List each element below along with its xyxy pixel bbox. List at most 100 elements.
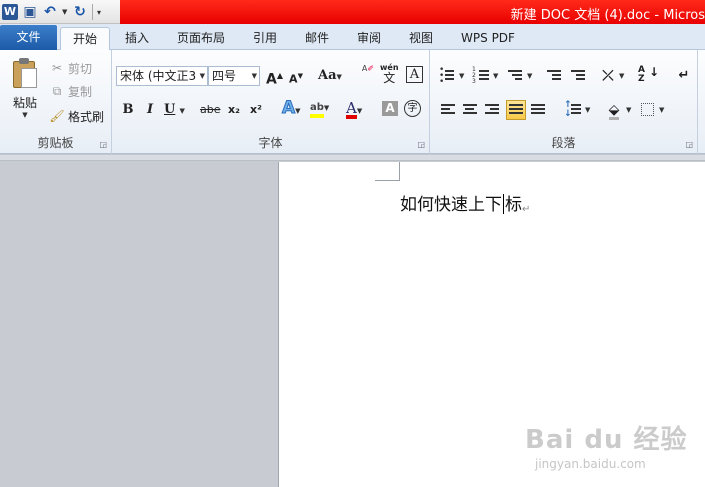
align-center-button[interactable]: [460, 100, 480, 120]
tab-home[interactable]: 开始: [60, 27, 110, 51]
tab-mailings[interactable]: 邮件: [293, 27, 341, 50]
copy-button[interactable]: ⧉ 复制: [50, 81, 92, 101]
change-case-button[interactable]: Aa▼: [318, 66, 342, 86]
document-page[interactable]: 如何快速上下 标↵ Bai du 经验 jingyan.baidu.com: [278, 162, 705, 487]
document-body-text[interactable]: 如何快速上下 标↵: [400, 190, 530, 215]
ruler-strip: [0, 155, 705, 161]
title-bar: W ▣ ↶ ▼ ↻ ▾ 新建 DOC 文档 (4).doc - Micros: [0, 0, 705, 24]
numbering-button[interactable]: 123: [472, 66, 492, 86]
copy-icon: ⧉: [52, 83, 62, 98]
text-caret: [503, 194, 504, 214]
font-color-button[interactable]: A▼: [346, 98, 362, 119]
bullets-button[interactable]: • • •: [438, 66, 458, 87]
borders-button[interactable]: [638, 100, 658, 120]
line-spacing-dropdown-icon[interactable]: ▼: [585, 106, 590, 114]
show-marks-button[interactable]: ↵: [674, 66, 694, 86]
multilevel-dropdown-icon[interactable]: ▼: [527, 72, 532, 80]
paintbrush-icon: 🖌: [49, 109, 65, 123]
paste-icon: [13, 58, 37, 88]
borders-dropdown-icon[interactable]: ▼: [659, 106, 664, 114]
font-group-label: 字体: [258, 136, 283, 150]
line-spacing-button[interactable]: ↑ ↓: [564, 100, 584, 120]
window-title: 新建 DOC 文档 (4).doc - Micros: [510, 8, 705, 23]
baidu-watermark: Bai du 经验 jingyan.baidu.com: [525, 419, 695, 479]
paste-button[interactable]: 粘贴 ▼: [6, 56, 44, 126]
font-size-combo[interactable]: 四号 ▼: [208, 66, 260, 86]
tab-insert[interactable]: 插入: [112, 27, 162, 50]
shading-button[interactable]: ⬙: [604, 100, 624, 120]
align-right-button[interactable]: [482, 100, 502, 120]
highlight-button[interactable]: ab▼: [310, 98, 329, 118]
font-name-combo[interactable]: 宋体 (中文正3 ▼: [116, 66, 208, 86]
enclose-characters-button[interactable]: 字: [404, 100, 421, 117]
shading-dropdown-icon[interactable]: ▼: [626, 106, 631, 114]
tab-page-layout[interactable]: 页面布局: [166, 27, 236, 50]
underline-button[interactable]: U ▼: [164, 100, 185, 120]
superscript-button[interactable]: x²: [248, 100, 264, 120]
chevron-down-icon: ▼: [199, 72, 205, 80]
shrink-font-button[interactable]: A▼: [288, 66, 304, 86]
format-painter-button[interactable]: 🖌 格式刷: [49, 106, 105, 126]
customize-qat-icon[interactable]: ▾: [97, 8, 101, 17]
tab-file[interactable]: 文件: [0, 25, 57, 50]
cut-button[interactable]: ✂ 剪切: [50, 58, 92, 78]
undo-dropdown-icon[interactable]: ▼: [62, 8, 68, 16]
title-banner: 新建 DOC 文档 (4).doc - Micros: [120, 0, 705, 24]
align-left-button[interactable]: [438, 100, 458, 120]
justify-button[interactable]: [506, 100, 526, 120]
numbering-dropdown-icon[interactable]: ▼: [493, 72, 498, 80]
paragraph-group: • • • ▼ 123 ▼ ▼ ⤫ ▼ A Z ↓ ↵ ↑ ↓ ▼ ⬙ ▼ ▼ …: [430, 50, 698, 154]
sort-button[interactable]: A Z ↓: [638, 66, 659, 86]
clipboard-group-label: 剪贴板: [37, 136, 74, 150]
copy-label: 复制: [68, 84, 93, 99]
subscript-button[interactable]: x₂: [226, 100, 242, 120]
text-effects-button[interactable]: A▼: [281, 98, 300, 119]
format-painter-label: 格式刷: [68, 109, 105, 124]
undo-icon[interactable]: ↶: [42, 4, 58, 20]
character-border-button[interactable]: A: [406, 66, 423, 83]
chevron-down-icon: ▼: [251, 72, 257, 80]
decrease-indent-button[interactable]: [544, 66, 564, 86]
paragraph-group-label: 段落: [551, 136, 576, 150]
increase-indent-button[interactable]: [568, 66, 588, 86]
grow-font-button[interactable]: A▲: [266, 66, 283, 88]
word-app-icon[interactable]: W: [2, 4, 18, 20]
tab-review[interactable]: 审阅: [345, 27, 393, 50]
bold-button[interactable]: B: [120, 100, 136, 120]
ribbon: 粘贴 ▼ ✂ 剪切 ⧉ 复制 🖌 格式刷 剪贴板 ◲ 宋体 (中文正3 ▼ 四号…: [0, 50, 705, 154]
bullets-dropdown-icon[interactable]: ▼: [459, 72, 464, 80]
distributed-button[interactable]: [528, 100, 548, 120]
font-group: 宋体 (中文正3 ▼ 四号 ▼ A▲ A▼ Aa▼ A✐ wén 文 A B I…: [112, 50, 430, 154]
redo-icon[interactable]: ↻: [72, 4, 88, 20]
tab-references[interactable]: 引用: [240, 27, 290, 50]
clipboard-dialog-launcher-icon[interactable]: ◲: [99, 140, 107, 149]
ribbon-tabs: 文件 开始 插入 页面布局 引用 邮件 审阅 视图 WPS PDF: [0, 24, 705, 51]
watermark-logo: Bai du 经验: [525, 425, 688, 455]
pinyin-guide-button[interactable]: wén 文: [380, 62, 399, 84]
clipboard-group: 粘贴 ▼ ✂ 剪切 ⧉ 复制 🖌 格式刷 剪贴板 ◲: [0, 50, 112, 154]
font-name-value: 宋体 (中文正3: [120, 69, 197, 83]
document-workspace: 如何快速上下 标↵ Bai du 经验 jingyan.baidu.com: [0, 155, 705, 487]
watermark-url: jingyan.baidu.com: [535, 457, 646, 471]
chinese-layout-dropdown-icon[interactable]: ▼: [619, 72, 624, 80]
paragraph-dialog-launcher-icon[interactable]: ◲: [685, 140, 693, 149]
cut-label: 剪切: [68, 61, 93, 76]
tab-wps-pdf[interactable]: WPS PDF: [452, 27, 524, 50]
paragraph-mark: ↵: [522, 204, 531, 215]
crop-mark: [399, 162, 400, 181]
paste-label: 粘贴: [12, 96, 37, 110]
paste-dropdown-icon[interactable]: ▼: [6, 111, 44, 119]
text-before-caret: 如何快速上下: [400, 195, 502, 215]
font-dialog-launcher-icon[interactable]: ◲: [417, 140, 425, 149]
tab-view[interactable]: 视图: [397, 27, 445, 50]
italic-button[interactable]: I: [142, 100, 158, 120]
clear-formatting-button[interactable]: A✐: [360, 64, 376, 84]
qat-separator: [92, 4, 93, 20]
scissors-icon: ✂: [51, 61, 63, 75]
quick-access-toolbar: W ▣ ↶ ▼ ↻ ▾: [0, 0, 120, 24]
chinese-layout-button[interactable]: ⤫: [598, 66, 618, 86]
save-icon[interactable]: ▣: [22, 4, 38, 20]
strikethrough-button[interactable]: abe: [200, 100, 221, 120]
multilevel-list-button[interactable]: [506, 66, 526, 86]
character-shading-button[interactable]: A: [382, 101, 398, 116]
